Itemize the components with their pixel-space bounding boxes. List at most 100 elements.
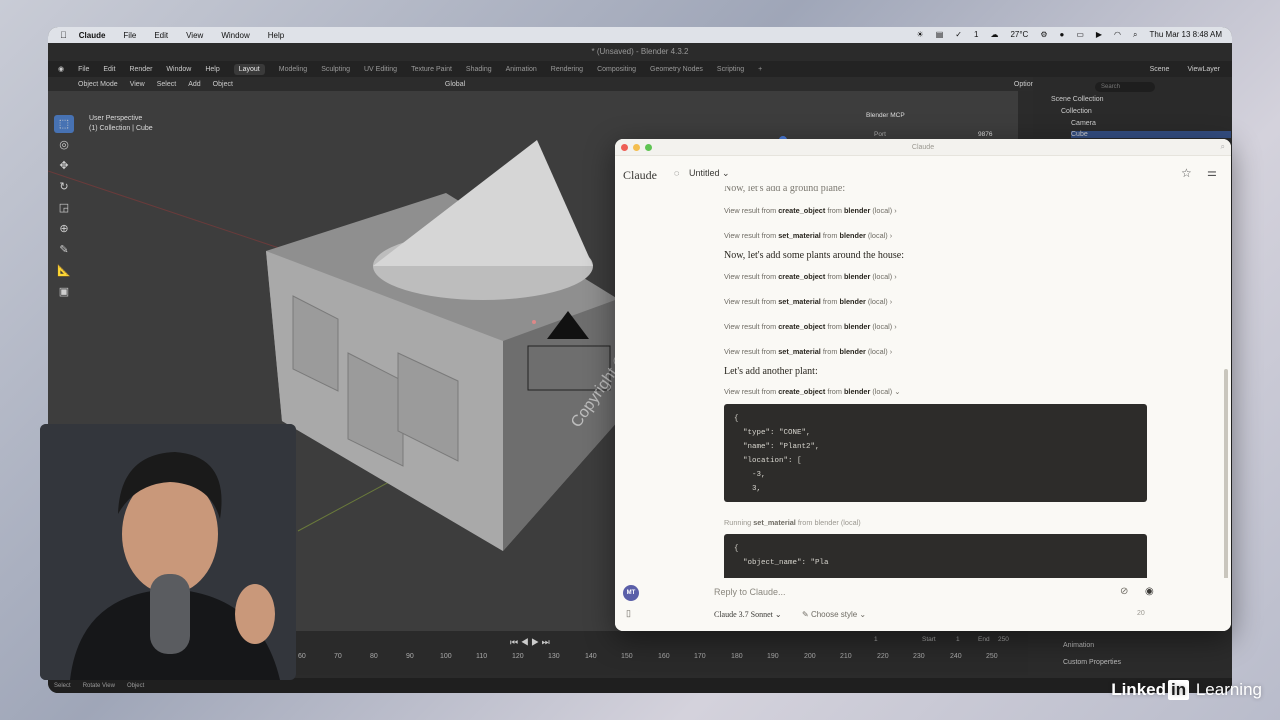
tab-scripting[interactable]: Scripting [717, 66, 744, 73]
attach-icon[interactable]: ⊘ [1120, 586, 1128, 597]
local-label: (local) [872, 322, 893, 331]
menubar-app[interactable]: Claude [79, 31, 106, 40]
ruler-tick: 210 [840, 653, 852, 660]
brand-box: in [1168, 680, 1190, 700]
local-label: (local) [867, 297, 888, 306]
conversation-scroll[interactable]: Now, let's add a ground plane: View resu… [615, 186, 1231, 578]
battery-icon[interactable]: ▭ [1076, 30, 1084, 40]
bl-menu-edit[interactable]: Edit [103, 66, 115, 73]
outliner-cube[interactable]: Cube [1071, 131, 1231, 138]
rotate-tool-icon[interactable]: ↻ [54, 178, 74, 196]
menubar-file[interactable]: File [123, 31, 136, 40]
tool-result-link[interactable]: View result from set_material from blend… [724, 231, 892, 240]
search-icon[interactable]: ⌕ [1221, 142, 1225, 152]
start-frame[interactable]: 1 [956, 636, 960, 643]
add-workspace-icon[interactable]: + [758, 66, 762, 73]
blender-logo-icon[interactable]: ◉ [58, 65, 64, 73]
tab-geometry-nodes[interactable]: Geometry Nodes [650, 66, 703, 73]
playback-controls[interactable]: ⏮ ◀ ▶ ⏭ [510, 637, 550, 648]
measure-tool-icon[interactable]: 📐 [54, 262, 74, 280]
transform-tool-icon[interactable]: ⊕ [54, 220, 74, 238]
bl-menu-help[interactable]: Help [205, 66, 219, 73]
orientation-dropdown[interactable]: Global [445, 81, 465, 88]
tab-compositing[interactable]: Compositing [597, 66, 636, 73]
outliner-scene-collection[interactable]: Scene Collection [1051, 96, 1104, 103]
tab-shading[interactable]: Shading [466, 66, 492, 73]
bl-menu-window[interactable]: Window [166, 66, 191, 73]
view-menu[interactable]: View [130, 81, 145, 88]
object-mode-dropdown[interactable]: Object Mode [78, 81, 118, 88]
user-icon[interactable]: ● [1059, 30, 1064, 40]
end-label: End [978, 636, 990, 643]
menubar-edit[interactable]: Edit [154, 31, 168, 40]
object-menu[interactable]: Object [213, 81, 233, 88]
tools-icon[interactable]: ◉ [1145, 586, 1154, 597]
tab-rendering[interactable]: Rendering [551, 66, 583, 73]
bl-menu-render[interactable]: Render [129, 66, 152, 73]
tab-texture-paint[interactable]: Texture Paint [411, 66, 452, 73]
settings-icon[interactable]: ⚙ [1040, 30, 1047, 40]
tool-result-link-expanded[interactable]: View result from create_object from blen… [724, 387, 900, 396]
outliner-search[interactable]: Search [1095, 82, 1155, 92]
menubar-datetime[interactable]: Thu Mar 13 8:48 AM [1150, 30, 1222, 40]
tab-sculpting[interactable]: Sculpting [321, 66, 350, 73]
avatar[interactable]: MT [623, 585, 639, 601]
weather-icon[interactable]: ☁ [990, 30, 998, 40]
settings-sliders-icon[interactable]: ⚌ [1207, 166, 1217, 179]
search-icon[interactable]: ⌕ [1133, 30, 1137, 40]
timeline-ruler[interactable]: 60 70 80 90 100 110 120 130 140 150 160 … [298, 653, 1018, 665]
tab-layout[interactable]: Layout [233, 63, 265, 75]
play-icon[interactable]: ▶ [1096, 30, 1102, 40]
select-menu[interactable]: Select [157, 81, 176, 88]
mcp-port-value[interactable]: 9876 [978, 131, 992, 138]
tool-result-link[interactable]: View result from set_material from blend… [724, 347, 892, 356]
menubar-window[interactable]: Window [221, 31, 249, 40]
properties-animation[interactable]: Animation [1063, 642, 1094, 649]
scale-tool-icon[interactable]: ◲ [54, 199, 74, 217]
add-cube-tool-icon[interactable]: ▣ [54, 283, 74, 301]
end-frame[interactable]: 250 [998, 636, 1009, 643]
tool-result-link[interactable]: View result from set_material from blend… [724, 297, 892, 306]
tool-result-link[interactable]: View result from create_object from blen… [724, 272, 897, 281]
ruler-tick: 190 [767, 653, 779, 660]
status-select: Select [54, 682, 71, 689]
star-icon[interactable]: ☆ [1181, 166, 1192, 180]
menubar-help[interactable]: Help [268, 31, 284, 40]
cursor-tool-icon[interactable]: ◎ [54, 136, 74, 154]
scene-selector[interactable]: Scene [1150, 66, 1170, 73]
style-selector[interactable]: ✎ Choose style ⌄ [802, 610, 866, 619]
view-result-label: View result from [724, 272, 777, 281]
outliner-collection[interactable]: Collection [1061, 108, 1092, 115]
ruler-tick: 120 [512, 653, 524, 660]
tab-uv-editing[interactable]: UV Editing [364, 66, 397, 73]
claude-logo[interactable]: Claude [623, 168, 657, 183]
tab-animation[interactable]: Animation [506, 66, 537, 73]
scrollbar[interactable] [1224, 369, 1228, 589]
menubar-view[interactable]: View [186, 31, 203, 40]
checklist-icon[interactable]: ✓ [955, 30, 962, 40]
conversation-title[interactable]: Untitled ⌄ [689, 168, 730, 179]
annotate-tool-icon[interactable]: ✎ [54, 241, 74, 259]
outliner-camera[interactable]: Camera [1071, 120, 1096, 127]
model-selector[interactable]: Claude 3.7 Sonnet ⌄ [714, 610, 782, 619]
viewport-perspective: User Perspective [89, 115, 143, 122]
calendar-icon[interactable]: ▤ [936, 30, 944, 40]
viewlayer-selector[interactable]: ViewLayer [1187, 66, 1220, 73]
properties-custom[interactable]: Custom Properties [1063, 659, 1121, 666]
temperature[interactable]: 27°C [1010, 30, 1028, 40]
brightness-icon[interactable]: ☀ [917, 30, 924, 40]
reply-input[interactable]: Reply to Claude... [714, 587, 786, 597]
tab-modeling[interactable]: Modeling [279, 66, 307, 73]
move-tool-icon[interactable]: ✥ [54, 157, 74, 175]
mcp-panel-title[interactable]: Blender MCP [866, 112, 905, 119]
wifi-icon[interactable]: ◠ [1114, 30, 1121, 40]
sidebar-toggle-icon[interactable]: ▯ [626, 608, 631, 619]
linkedin-learning-logo: Linked in Learning [1111, 680, 1262, 700]
select-tool-icon[interactable]: ⬚ [54, 115, 74, 133]
bl-menu-file[interactable]: File [78, 66, 89, 73]
tool-result-link[interactable]: View result from create_object from blen… [724, 322, 897, 331]
apple-icon[interactable]:  [60, 30, 67, 40]
current-frame[interactable]: 1 [874, 636, 878, 643]
add-menu[interactable]: Add [188, 81, 200, 88]
tool-result-link[interactable]: View result from create_object from blen… [724, 206, 897, 215]
